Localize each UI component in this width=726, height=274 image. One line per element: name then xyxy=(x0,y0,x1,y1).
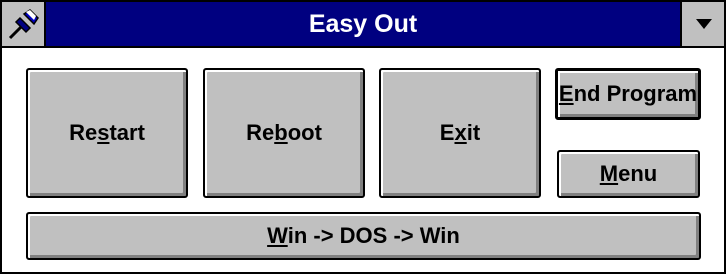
title-bar[interactable]: Easy Out xyxy=(2,2,724,48)
exit-button[interactable]: Exit xyxy=(379,68,541,198)
pushpin-icon xyxy=(8,9,39,40)
window-title: Easy Out xyxy=(308,10,418,38)
restart-label: Restart xyxy=(69,120,145,145)
exit-label: Exit xyxy=(439,120,481,145)
end-program-button[interactable]: End Program xyxy=(555,68,701,120)
menu-label: Menu xyxy=(599,161,658,186)
restart-button[interactable]: Restart xyxy=(26,68,188,198)
reboot-button[interactable]: Reboot xyxy=(203,68,365,198)
minimize-button[interactable] xyxy=(680,2,724,46)
win-dos-win-button[interactable]: Win -> DOS -> Win xyxy=(26,212,701,260)
win-dos-win-label: Win -> DOS -> Win xyxy=(267,223,460,248)
reboot-label: Reboot xyxy=(246,120,322,145)
menu-button[interactable]: Menu xyxy=(557,150,700,198)
end-program-label: End Program xyxy=(558,81,698,106)
easy-out-window: Easy Out Restart Reboot Exit End Program… xyxy=(0,0,726,274)
down-arrow-icon xyxy=(696,19,712,29)
system-menu-box[interactable] xyxy=(2,2,46,46)
